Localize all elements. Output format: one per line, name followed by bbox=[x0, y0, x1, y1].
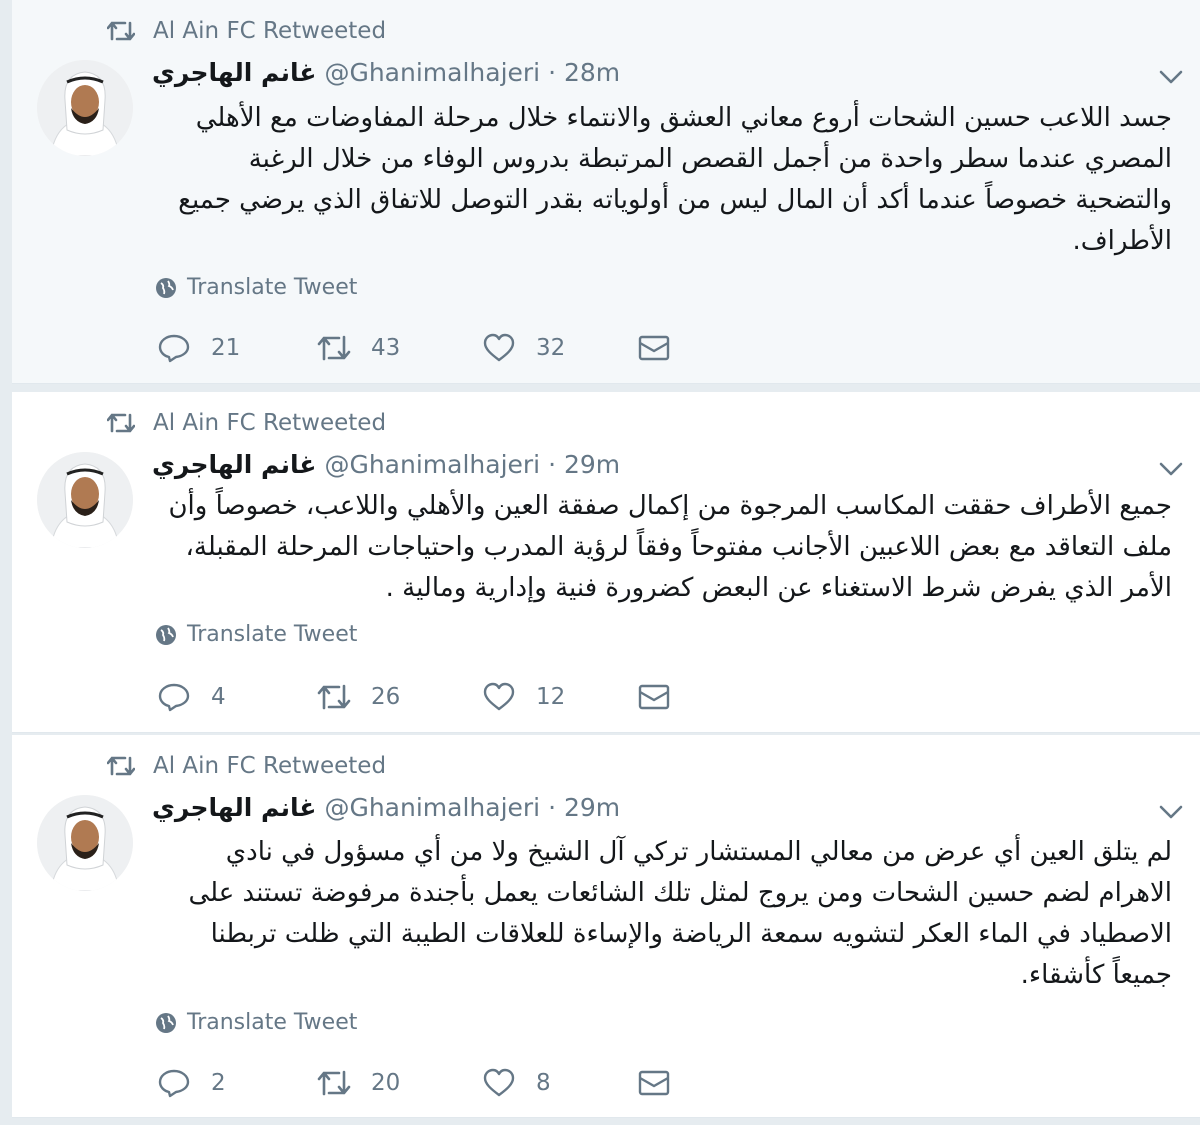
globe-icon bbox=[156, 1012, 176, 1033]
author-name[interactable]: غانم الهاجري bbox=[152, 793, 317, 822]
heart-icon bbox=[483, 682, 515, 711]
tweet[interactable]: Al Ain FC Retweeted غانم الهاجري @Ghanim… bbox=[12, 735, 1200, 1118]
chevron-down-icon[interactable] bbox=[1158, 803, 1184, 821]
like-button[interactable]: 32 bbox=[482, 333, 637, 363]
heart-icon bbox=[483, 333, 515, 362]
reply-button[interactable]: 2 bbox=[157, 1068, 317, 1098]
tweet[interactable]: Al Ain FC Retweeted غانم الهاجري @Ghanim… bbox=[12, 392, 1200, 733]
retweet-button[interactable]: 20 bbox=[317, 1068, 482, 1098]
retweet-icon bbox=[107, 21, 135, 41]
translate-tweet-link[interactable]: Translate Tweet bbox=[155, 1010, 357, 1035]
reply-button[interactable]: 4 bbox=[157, 682, 317, 712]
author-name[interactable]: غانم الهاجري bbox=[152, 450, 317, 479]
tweet-text: لم يتلق العين أي عرض من معالي المستشار ت… bbox=[188, 837, 1172, 990]
tweet-header: غانم الهاجري @Ghanimalhajeri · 29m bbox=[152, 450, 620, 479]
author-name[interactable]: غانم الهاجري bbox=[152, 58, 317, 87]
chevron-down-icon[interactable] bbox=[1158, 68, 1184, 86]
tweet-actions: 2 20 8 bbox=[157, 1068, 671, 1098]
retweet-context: Al Ain FC Retweeted bbox=[107, 410, 386, 436]
retweet-icon bbox=[107, 756, 135, 776]
retweet-icon bbox=[317, 1070, 351, 1096]
heart-icon bbox=[483, 1068, 515, 1097]
timestamp[interactable]: 29m bbox=[564, 793, 620, 822]
retweeted-by-label[interactable]: Al Ain FC Retweeted bbox=[153, 410, 386, 436]
envelope-icon bbox=[638, 1070, 670, 1096]
envelope-icon bbox=[638, 684, 670, 710]
separator: · bbox=[548, 793, 557, 822]
avatar[interactable] bbox=[37, 452, 133, 548]
retweet-button[interactable]: 26 bbox=[317, 682, 482, 712]
reply-count: 2 bbox=[211, 1070, 226, 1096]
tweet-text: جسد اللاعب حسين الشحات أروع معاني العشق … bbox=[178, 103, 1172, 256]
avatar[interactable] bbox=[37, 795, 133, 891]
reply-icon bbox=[158, 1069, 190, 1098]
envelope-icon bbox=[638, 335, 670, 361]
retweet-context: Al Ain FC Retweeted bbox=[107, 18, 386, 44]
like-count: 8 bbox=[536, 1070, 551, 1096]
like-count: 12 bbox=[536, 684, 566, 710]
chevron-down-icon[interactable] bbox=[1158, 460, 1184, 478]
retweet-icon bbox=[317, 684, 351, 710]
timeline: Al Ain FC Retweeted غانم الهاجري @Ghanim… bbox=[0, 0, 1200, 1125]
retweet-button[interactable]: 43 bbox=[317, 333, 482, 363]
retweet-context: Al Ain FC Retweeted bbox=[107, 753, 386, 779]
tweet-actions: 4 26 12 bbox=[157, 682, 671, 712]
translate-label: Translate Tweet bbox=[187, 275, 358, 300]
tweet-text: جميع الأطراف حققت المكاسب المرجوة من إكم… bbox=[168, 491, 1172, 603]
timestamp[interactable]: 29m bbox=[564, 450, 620, 479]
reply-icon bbox=[158, 683, 190, 712]
retweet-count: 43 bbox=[371, 335, 401, 361]
translate-tweet-link[interactable]: Translate Tweet bbox=[155, 275, 357, 300]
reply-count: 4 bbox=[211, 684, 226, 710]
translate-label: Translate Tweet bbox=[187, 1010, 358, 1035]
timestamp[interactable]: 28m bbox=[564, 58, 620, 87]
separator: · bbox=[548, 450, 557, 479]
direct-message-button[interactable] bbox=[637, 1068, 671, 1098]
retweet-icon bbox=[317, 335, 351, 361]
like-count: 32 bbox=[536, 335, 566, 361]
retweeted-by-label[interactable]: Al Ain FC Retweeted bbox=[153, 753, 386, 779]
reply-icon bbox=[158, 334, 190, 363]
avatar[interactable] bbox=[37, 60, 133, 156]
translate-tweet-link[interactable]: Translate Tweet bbox=[155, 622, 357, 647]
author-handle[interactable]: @Ghanimalhajeri bbox=[324, 58, 540, 87]
tweet-header: غانم الهاجري @Ghanimalhajeri · 29m bbox=[152, 793, 620, 822]
direct-message-button[interactable] bbox=[637, 682, 671, 712]
author-handle[interactable]: @Ghanimalhajeri bbox=[324, 450, 540, 479]
retweet-icon bbox=[107, 413, 135, 433]
like-button[interactable]: 8 bbox=[482, 1068, 637, 1098]
globe-icon bbox=[156, 277, 176, 298]
globe-icon bbox=[156, 624, 176, 645]
tweet-actions: 21 43 32 bbox=[157, 333, 671, 363]
tweet[interactable]: Al Ain FC Retweeted غانم الهاجري @Ghanim… bbox=[12, 0, 1200, 384]
retweet-count: 26 bbox=[371, 684, 401, 710]
direct-message-button[interactable] bbox=[637, 333, 671, 363]
translate-label: Translate Tweet bbox=[187, 622, 358, 647]
separator: · bbox=[548, 58, 557, 87]
author-handle[interactable]: @Ghanimalhajeri bbox=[324, 793, 540, 822]
retweeted-by-label[interactable]: Al Ain FC Retweeted bbox=[153, 18, 386, 44]
tweet-header: غانم الهاجري @Ghanimalhajeri · 28m bbox=[152, 58, 620, 87]
reply-button[interactable]: 21 bbox=[157, 333, 317, 363]
reply-count: 21 bbox=[211, 335, 241, 361]
like-button[interactable]: 12 bbox=[482, 682, 637, 712]
retweet-count: 20 bbox=[371, 1070, 401, 1096]
